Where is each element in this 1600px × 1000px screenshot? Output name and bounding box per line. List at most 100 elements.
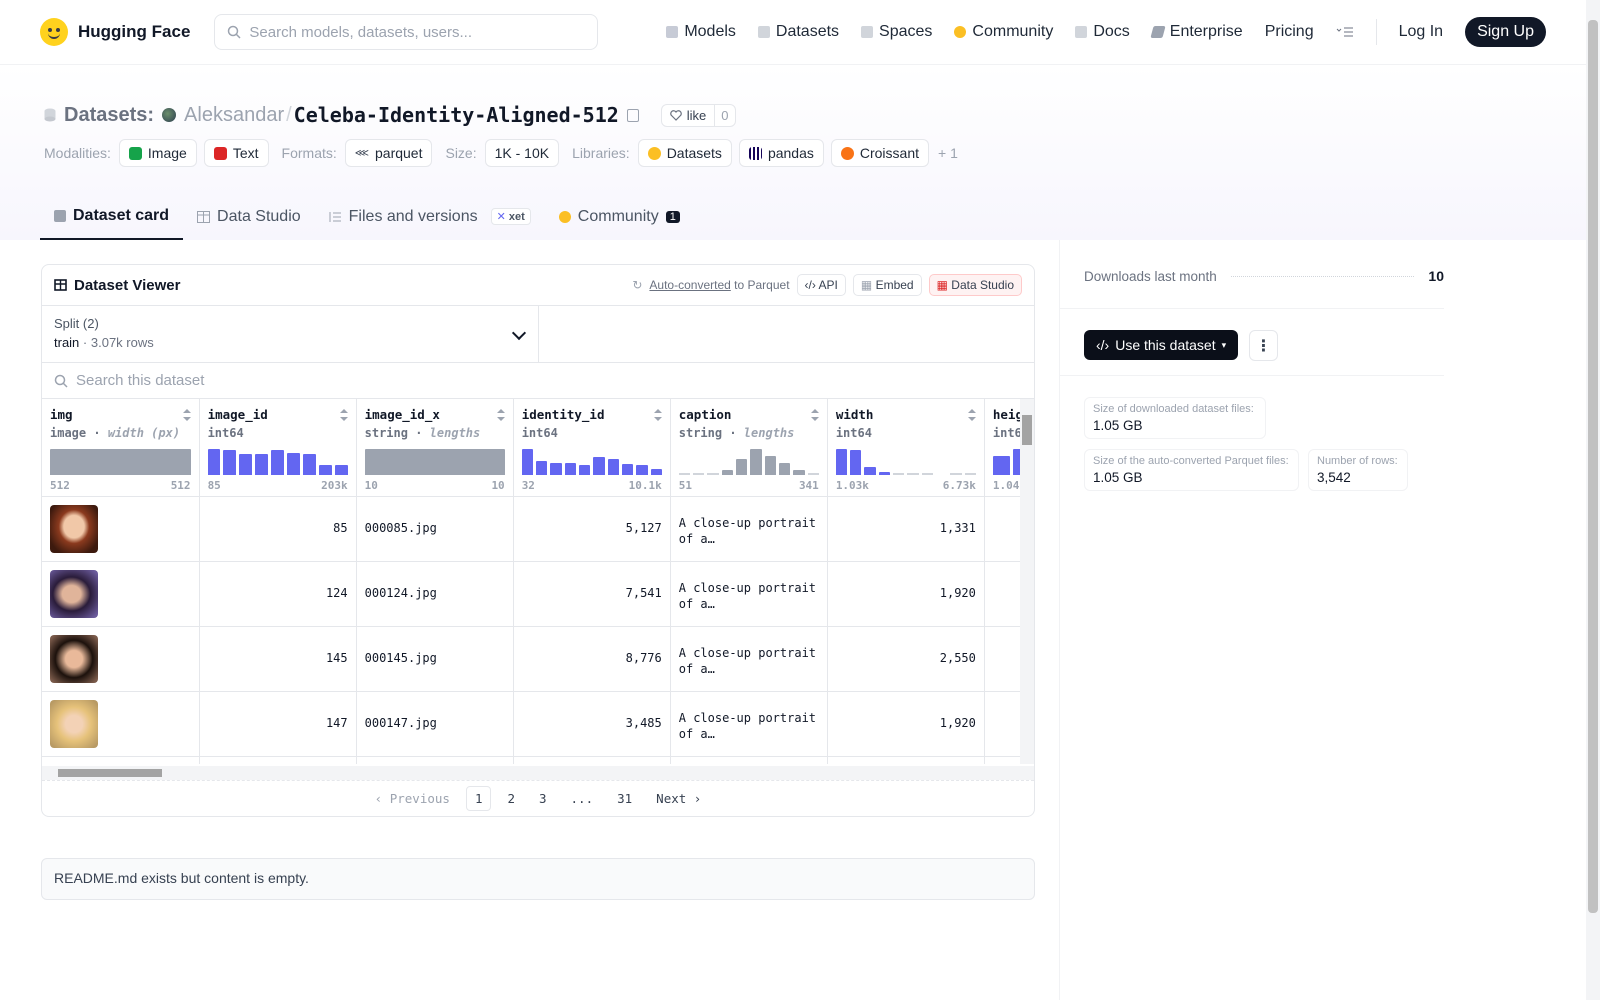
- cell-identity-id[interactable]: 3,485: [513, 691, 671, 757]
- cell-identity-id[interactable]: 5,127: [513, 496, 671, 562]
- nav-spaces[interactable]: Spaces: [861, 23, 932, 41]
- owner-link[interactable]: Aleksandar: [184, 104, 284, 127]
- page-button-2[interactable]: 2: [499, 787, 523, 810]
- nav-pricing[interactable]: Pricing: [1265, 23, 1314, 41]
- copy-icon[interactable]: [626, 108, 639, 122]
- tab-dataset-card[interactable]: Dataset card: [40, 193, 184, 240]
- face-thumbnail[interactable]: [50, 634, 98, 683]
- brand-link[interactable]: Hugging Face: [40, 18, 190, 46]
- nav-datasets[interactable]: Datasets: [757, 23, 839, 41]
- face-thumbnail[interactable]: [50, 699, 98, 748]
- table-row[interactable]: [42, 756, 1034, 764]
- tag-library-croissant[interactable]: Croissant: [830, 139, 930, 167]
- nav-docs[interactable]: Docs: [1075, 23, 1130, 41]
- sort-icon[interactable]: [496, 409, 505, 421]
- use-this-dataset-button[interactable]: ‹/› Use this dataset ▾: [1084, 330, 1239, 360]
- cell-width[interactable]: 1,920: [827, 691, 985, 757]
- tab-community[interactable]: Community 1: [545, 193, 694, 240]
- cell-img[interactable]: [42, 626, 200, 692]
- nav-enterprise[interactable]: Enterprise: [1150, 23, 1243, 41]
- next-page-button[interactable]: Next ›: [648, 787, 709, 810]
- cell-image-id-x[interactable]: 000147.jpg: [356, 691, 514, 757]
- data-studio-button[interactable]: ▦ Data Studio: [928, 274, 1022, 296]
- menu-icon[interactable]: [1336, 26, 1354, 38]
- sort-icon[interactable]: [967, 409, 976, 421]
- cell-image-id-x[interactable]: [356, 756, 514, 764]
- scrollbar-thumb[interactable]: [58, 769, 162, 777]
- column-header-image-id-x[interactable]: image_id_x string · lengths 10 10: [356, 399, 514, 497]
- sort-icon[interactable]: [653, 409, 662, 421]
- cell-caption[interactable]: A close-up portrait of a…: [670, 626, 828, 692]
- cell-image-id[interactable]: 147: [199, 691, 357, 757]
- table-row[interactable]: 147 000147.jpg 3,485 A close-up portrait…: [42, 691, 1034, 757]
- embed-button[interactable]: ▦ Embed: [852, 274, 922, 296]
- horizontal-scrollbar[interactable]: [42, 766, 1034, 780]
- api-button[interactable]: ‹/› API: [796, 274, 846, 296]
- cell-width[interactable]: 1,920: [827, 561, 985, 627]
- tag-library-datasets[interactable]: Datasets: [637, 139, 732, 167]
- column-header-image-id[interactable]: image_id int64 85 203k: [199, 399, 357, 497]
- cell-image-id[interactable]: 124: [199, 561, 357, 627]
- nav-community[interactable]: Community: [954, 23, 1053, 41]
- page-button-31[interactable]: 31: [609, 787, 640, 810]
- cell-caption[interactable]: A close-up portrait of a…: [670, 561, 828, 627]
- scrollbar-thumb[interactable]: [1588, 20, 1598, 913]
- cell-img[interactable]: [42, 496, 200, 562]
- split-select[interactable]: Split (2) train · 3.07k rows: [42, 306, 539, 362]
- column-header-width[interactable]: width int64 1.03k 6.73k: [827, 399, 985, 497]
- cell-img[interactable]: [42, 756, 200, 764]
- column-header-caption[interactable]: caption string · lengths 51 341: [670, 399, 828, 497]
- table-row[interactable]: 85 000085.jpg 5,127 A close-up portrait …: [42, 496, 1034, 562]
- tab-data-studio[interactable]: Data Studio: [183, 193, 315, 240]
- column-header-img[interactable]: img image · width (px) 512 512: [42, 399, 200, 497]
- nav-models[interactable]: Models: [666, 23, 736, 41]
- table-row[interactable]: 124 000124.jpg 7,541 A close-up portrait…: [42, 561, 1034, 627]
- face-thumbnail[interactable]: [50, 504, 98, 553]
- dataset-name[interactable]: Celeba-Identity-Aligned-512: [294, 103, 619, 127]
- auto-converted-link[interactable]: Auto-converted to Parquet: [649, 278, 789, 292]
- more-tags-link[interactable]: + 1: [938, 145, 958, 161]
- cell-caption[interactable]: [670, 756, 828, 764]
- cell-image-id-x[interactable]: 000145.jpg: [356, 626, 514, 692]
- sort-icon[interactable]: [182, 409, 191, 421]
- scrollbar-thumb[interactable]: [1022, 415, 1032, 445]
- table-row[interactable]: 145 000145.jpg 8,776 A close-up portrait…: [42, 626, 1034, 692]
- cell-img[interactable]: [42, 561, 200, 627]
- section-label[interactable]: Datasets:: [64, 104, 154, 127]
- cell-identity-id[interactable]: [513, 756, 671, 764]
- sort-icon[interactable]: [810, 409, 819, 421]
- like-button[interactable]: like 0: [660, 103, 736, 127]
- cell-image-id[interactable]: 85: [199, 496, 357, 562]
- tab-files[interactable]: Files and versions ✕ xet: [315, 193, 545, 240]
- vertical-scrollbar[interactable]: [1020, 399, 1034, 764]
- cell-identity-id[interactable]: 8,776: [513, 626, 671, 692]
- page-scrollbar[interactable]: [1586, 0, 1600, 1000]
- cell-img[interactable]: [42, 691, 200, 757]
- tag-modality-image[interactable]: Image: [118, 139, 197, 167]
- cell-image-id[interactable]: 145: [199, 626, 357, 692]
- signup-button[interactable]: Sign Up: [1465, 17, 1546, 47]
- column-header-identity-id[interactable]: identity_id int64 32 10.1k: [513, 399, 671, 497]
- global-search-input[interactable]: Search models, datasets, users...: [214, 14, 599, 50]
- cell-image-id-x[interactable]: 000085.jpg: [356, 496, 514, 562]
- cell-image-id[interactable]: [199, 756, 357, 764]
- tag-size[interactable]: 1K - 10K: [484, 139, 560, 167]
- face-thumbnail[interactable]: [50, 569, 98, 618]
- cell-width[interactable]: 2,550: [827, 626, 985, 692]
- cell-caption[interactable]: A close-up portrait of a…: [670, 496, 828, 562]
- cell-caption[interactable]: A close-up portrait of a…: [670, 691, 828, 757]
- sort-icon[interactable]: [339, 409, 348, 421]
- login-link[interactable]: Log In: [1399, 23, 1443, 41]
- tag-library-pandas[interactable]: pandas: [738, 139, 824, 167]
- cell-width[interactable]: [827, 756, 985, 764]
- cell-identity-id[interactable]: 7,541: [513, 561, 671, 627]
- previous-page-button[interactable]: ‹ Previous: [367, 787, 458, 810]
- more-options-button[interactable]: ⋮: [1249, 330, 1278, 361]
- cell-width[interactable]: 1,331: [827, 496, 985, 562]
- tag-modality-text[interactable]: Text: [203, 139, 269, 167]
- page-button-3[interactable]: 3: [531, 787, 555, 810]
- tag-format-parquet[interactable]: ⋘ parquet: [344, 139, 433, 167]
- cell-image-id-x[interactable]: 000124.jpg: [356, 561, 514, 627]
- dataset-search-input[interactable]: Search this dataset: [42, 363, 1034, 399]
- page-button-1[interactable]: 1: [465, 786, 492, 811]
